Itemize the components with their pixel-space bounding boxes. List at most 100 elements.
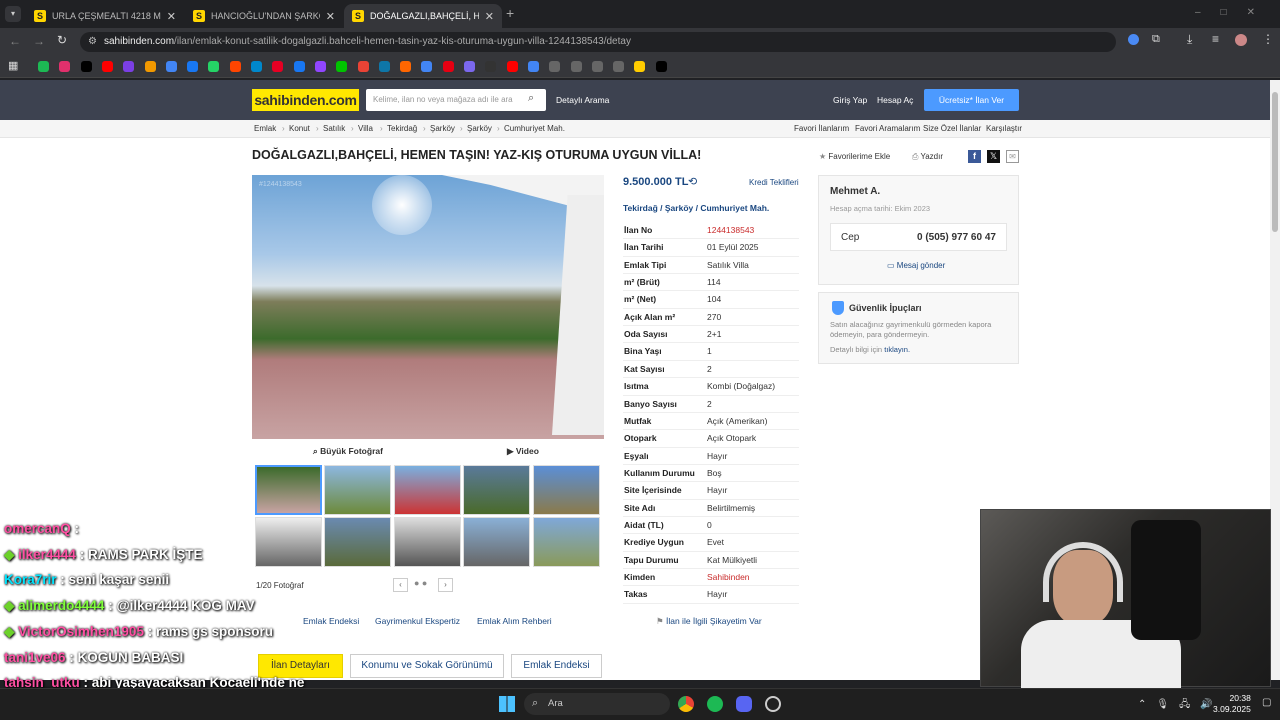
big-photo-link[interactable]: ⌕ Büyük Fotoğraf	[313, 446, 383, 457]
location-neighbourhood[interactable]: Cumhuriyet Mah.	[700, 203, 769, 213]
bookmark-icon[interactable]	[272, 61, 284, 72]
browser-tab-active[interactable]: S DOĞALGAZLI,BAHÇELİ, HEMEN ✕	[344, 4, 502, 28]
bookmark-icon[interactable]	[570, 61, 582, 72]
post-ad-button[interactable]: Ücretsiz* İlan Ver	[924, 89, 1019, 111]
next-photo-button[interactable]: ›	[438, 578, 453, 592]
bookmark-icon[interactable]	[378, 61, 390, 72]
close-tab-icon[interactable]: ✕	[326, 10, 335, 23]
bookmark-icon[interactable]	[613, 61, 625, 72]
photo-thumbnail[interactable]	[324, 517, 392, 567]
facebook-share-icon[interactable]: f	[968, 150, 981, 163]
tab-list-button[interactable]: ▾	[5, 6, 21, 22]
photo-thumbnail[interactable]	[463, 465, 531, 515]
bookmark-icon[interactable]	[336, 61, 348, 72]
bookmark-icon[interactable]	[144, 61, 156, 72]
puzzle-icon[interactable]: ⧉	[1152, 33, 1160, 46]
close-tab-icon[interactable]: ✕	[167, 10, 176, 23]
site-info-icon[interactable]: ⚙	[88, 32, 97, 52]
extension-icon[interactable]	[1128, 34, 1139, 45]
photo-thumbnail[interactable]	[532, 517, 600, 567]
print-link[interactable]: ⎙ Yazdır	[912, 152, 943, 162]
windows-start-icon[interactable]	[499, 696, 515, 712]
bookmark-icon[interactable]	[251, 61, 262, 72]
bookmark-icon[interactable]	[165, 61, 177, 72]
site-logo[interactable]: sahibinden.com	[252, 89, 359, 111]
reading-list-icon[interactable]: ≡	[1212, 32, 1219, 46]
header-quick-link[interactable]: Favori Aramalarım	[855, 124, 920, 133]
photo-thumbnail[interactable]	[255, 517, 322, 567]
bookmark-icon[interactable]	[208, 61, 220, 72]
breadcrumb-item[interactable]: Konut	[289, 124, 310, 133]
bookmark-icon[interactable]	[591, 61, 603, 72]
photo-thumbnail[interactable]	[393, 465, 461, 515]
bookmark-icon[interactable]	[123, 61, 135, 72]
detailed-search-link[interactable]: Detaylı Arama	[556, 95, 609, 105]
forward-icon[interactable]: →	[33, 34, 45, 48]
detail-value[interactable]: 1244138543	[707, 222, 754, 239]
profile-avatar[interactable]	[1235, 34, 1247, 46]
breadcrumb-item[interactable]: Tekirdağ	[387, 124, 417, 133]
tray-icons[interactable]: ⌃🎙🖧🔊	[1138, 697, 1223, 714]
phone-number[interactable]: 0 (505) 977 60 47	[917, 232, 996, 243]
clock[interactable]: 20:38 3.09.2025	[1213, 693, 1251, 715]
scrollbar-thumb[interactable]	[1272, 92, 1278, 232]
x-share-icon[interactable]: 𝕏	[987, 150, 1000, 163]
breadcrumb-item[interactable]: Şarköy	[467, 124, 492, 133]
bookmark-icon[interactable]	[549, 61, 561, 72]
photo-thumbnail[interactable]	[324, 465, 392, 515]
prev-photo-button[interactable]: ‹	[393, 578, 408, 592]
bookmark-icon[interactable]	[80, 61, 92, 72]
photo-thumbnail[interactable]	[532, 465, 600, 515]
discord-icon[interactable]	[736, 696, 752, 712]
bookmark-icon[interactable]	[464, 61, 475, 72]
photo-thumbnail[interactable]	[463, 517, 531, 567]
photo-thumbnail[interactable]	[255, 465, 322, 515]
bookmark-icon[interactable]	[506, 61, 518, 72]
bookmark-icon[interactable]	[357, 61, 369, 72]
bookmark-icon[interactable]	[229, 61, 241, 72]
credit-offers-link[interactable]: Kredi Teklifleri	[749, 178, 799, 187]
apps-grid-icon[interactable]: ▦	[8, 59, 18, 72]
bookmark-icon[interactable]	[101, 61, 113, 72]
header-quick-link[interactable]: Favori İlanlarım	[794, 124, 849, 133]
bookmark-icon[interactable]	[400, 61, 412, 72]
breadcrumb-item[interactable]: Satılık	[323, 124, 345, 133]
steam-icon[interactable]	[765, 696, 781, 712]
bookmark-icon[interactable]	[314, 61, 326, 72]
taskbar-search[interactable]: Ara	[524, 693, 670, 715]
header-quick-link[interactable]: Karşılaştır	[986, 124, 1022, 133]
mail-share-icon[interactable]: ✉	[1006, 150, 1019, 163]
login-link[interactable]: Giriş Yap	[833, 95, 867, 105]
price-history-icon[interactable]: ⟲	[688, 175, 697, 188]
back-icon[interactable]: ←	[9, 34, 21, 48]
location-district[interactable]: Şarköy	[665, 203, 693, 213]
search-icon[interactable]: ⌕	[528, 92, 534, 105]
bookmark-icon[interactable]	[634, 61, 646, 72]
search-input[interactable]: Kelime, ilan no veya mağaza adı ile ara	[366, 89, 546, 111]
photo-thumbnail[interactable]	[393, 517, 461, 567]
bookmark-icon[interactable]	[485, 61, 497, 72]
reload-icon[interactable]: ↻	[57, 33, 67, 47]
chrome-icon[interactable]	[678, 696, 694, 712]
menu-icon[interactable]: ⋮	[1262, 32, 1274, 46]
close-tab-icon[interactable]: ✕	[485, 10, 494, 23]
breadcrumb-item[interactable]: Emlak	[254, 124, 276, 133]
breadcrumb-item[interactable]: Şarköy	[430, 124, 455, 133]
download-icon[interactable]: ⤓	[1187, 32, 1192, 47]
url-field[interactable]: ⚙ sahibinden.com/ilan/emlak-konut-satili…	[80, 32, 1116, 52]
report-link[interactable]: ⚑ İlan ile İlgili Şikayetim Var	[656, 616, 762, 627]
bookmark-icon[interactable]	[442, 61, 454, 72]
browser-tab[interactable]: S HANCIOĞLU'NDAN ŞARKÖY KÜ ✕	[185, 4, 343, 28]
bookmark-icon[interactable]	[38, 61, 49, 72]
breadcrumb-item[interactable]: Cumhuriyet Mah.	[504, 124, 565, 133]
location-city[interactable]: Tekirdağ	[623, 203, 658, 213]
bookmark-icon[interactable]	[655, 61, 667, 72]
tab-konum[interactable]: Konumu ve Sokak Görünümü	[350, 654, 504, 678]
bookmark-icon[interactable]	[59, 61, 71, 72]
bookmark-icon[interactable]	[421, 61, 433, 72]
link-gayrimenkul-ekspertiz[interactable]: Gayrimenkul Ekspertiz	[375, 616, 460, 626]
bookmark-icon[interactable]	[527, 61, 539, 72]
add-favorite-link[interactable]: ★ Favorilerime Ekle	[819, 152, 890, 161]
browser-tab[interactable]: S URLA ÇEŞMEALTI 4218 M2 ARA ✕	[26, 4, 184, 28]
link-emlak-alim-rehberi[interactable]: Emlak Alım Rehberi	[477, 616, 552, 626]
